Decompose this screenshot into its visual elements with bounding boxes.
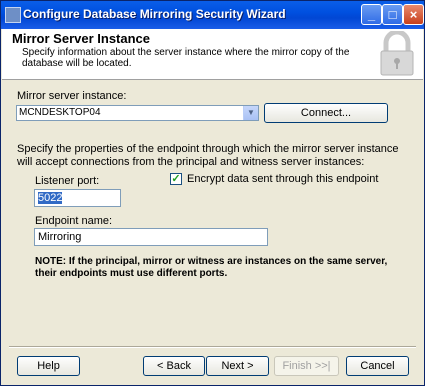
cancel-button[interactable]: Cancel — [346, 356, 409, 376]
connect-button[interactable]: Connect... — [264, 103, 388, 123]
wizard-app-icon — [5, 7, 21, 23]
lock-icon — [380, 31, 414, 76]
encrypt-label[interactable]: Encrypt data sent through this endpoint — [187, 173, 378, 185]
endpoint-instructions: Specify the properties of the endpoint t… — [17, 143, 399, 168]
wizard-window: Configure Database Mirroring Security Wi… — [0, 0, 425, 386]
mirror-instance-combo[interactable]: MCNDESKTOP04 ▼ — [16, 105, 259, 121]
minimize-button[interactable]: _ — [361, 4, 382, 25]
mirror-instance-value: MCNDESKTOP04 — [19, 107, 101, 118]
window-title: Configure Database Mirroring Security Wi… — [23, 7, 286, 21]
endpoint-name-label: Endpoint name: — [35, 215, 113, 227]
help-button[interactable]: Help — [17, 356, 80, 376]
checkmark-icon: ✓ — [171, 173, 181, 185]
mirror-instance-label: Mirror server instance: — [17, 90, 127, 102]
close-button[interactable]: × — [403, 4, 424, 25]
wizard-header: Mirror Server Instance Specify informati… — [2, 29, 423, 80]
listener-port-value: 5022 — [38, 192, 63, 204]
chevron-down-icon[interactable]: ▼ — [243, 106, 258, 120]
listener-port-field[interactable]: 5022 — [34, 189, 121, 207]
page-title: Mirror Server Instance — [12, 31, 151, 46]
listener-port-label: Listener port: — [35, 175, 100, 187]
footer-divider — [9, 346, 416, 348]
endpoint-name-field[interactable]: Mirroring — [34, 228, 268, 246]
finish-button[interactable]: Finish >>| — [274, 356, 339, 376]
maximize-button[interactable]: □ — [382, 4, 403, 25]
back-button[interactable]: < Back — [143, 356, 205, 376]
page-description: Specify information about the server ins… — [22, 47, 350, 69]
encrypt-checkbox[interactable]: ✓ — [170, 173, 182, 185]
title-bar[interactable]: Configure Database Mirroring Security Wi… — [1, 1, 424, 29]
note-text: NOTE: If the principal, mirror or witnes… — [35, 256, 388, 279]
next-button[interactable]: Next > — [206, 356, 269, 376]
